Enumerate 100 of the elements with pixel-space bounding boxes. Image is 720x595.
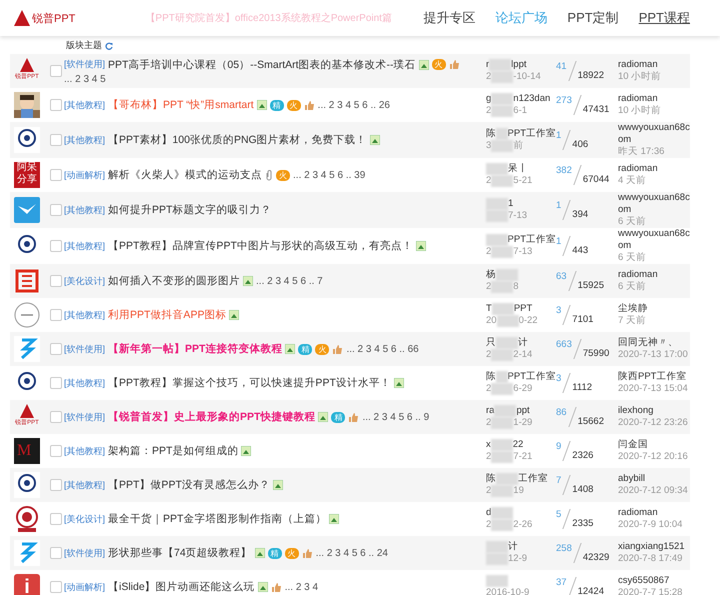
view-count: 394 — [572, 209, 588, 220]
thread-title[interactable]: PPT高手培训中心课程（05）--SmartArt图表的基本修改术--璞石 — [108, 58, 416, 72]
thread-title[interactable]: 【PPT】做PPT没有灵感怎么办？ — [108, 478, 270, 492]
section-title: 版块主题 — [66, 39, 102, 52]
checkbox[interactable] — [50, 204, 62, 216]
blurred-area — [491, 93, 514, 105]
reply-count: 7 — [556, 475, 562, 486]
nav-link[interactable]: PPT课程 — [638, 9, 690, 27]
thread-title[interactable]: 如何插入不变形的圆形图片 — [108, 274, 240, 288]
checkbox[interactable] — [50, 445, 62, 457]
page-links[interactable]: ... 2 3 4 5 — [64, 74, 106, 84]
last-poster[interactable]: xiangxiang1521 — [618, 541, 690, 553]
checkbox[interactable] — [50, 240, 62, 252]
last-poster[interactable]: 尘埃静 — [618, 303, 690, 315]
last-poster[interactable]: radioman — [618, 507, 690, 519]
last-poster[interactable]: 闫金国 — [618, 439, 690, 451]
category-link[interactable]: [其他教程] — [64, 478, 106, 492]
category-link[interactable]: [软件使用] — [64, 410, 106, 424]
checkbox[interactable] — [50, 343, 62, 355]
last-poster[interactable]: radioman — [618, 269, 690, 281]
category-link[interactable]: [其他教程] — [64, 444, 106, 458]
thread-title[interactable]: 【PPT教程】掌握这个技巧，可以快速提升PPT设计水平！ — [108, 376, 391, 390]
blurred-area — [494, 405, 516, 417]
stripe-logo-icon — [14, 336, 40, 362]
category-link[interactable]: [其他教程] — [64, 240, 106, 252]
last-poster[interactable]: 回同无神〃、 — [618, 337, 690, 349]
last-post-time: 2020-7-12 09:34 — [618, 485, 689, 497]
category-link[interactable]: [其他教程] — [64, 204, 106, 216]
category-link[interactable]: [美化设计] — [64, 274, 106, 288]
category-link[interactable]: [动画解析] — [64, 168, 106, 182]
last-post-time: 4 天前 — [618, 175, 647, 187]
reply-count: 1 — [556, 236, 562, 247]
thread-title[interactable]: 最全干货｜PPT金字塔图形制作指南（上篇） — [108, 512, 326, 526]
checkbox[interactable] — [50, 309, 62, 321]
last-poster[interactable]: wwwyouxuan68com — [618, 192, 690, 216]
last-poster[interactable]: radioman — [618, 59, 690, 71]
checkbox[interactable] — [50, 169, 62, 181]
post-date: 2 — [486, 485, 492, 497]
checkbox[interactable] — [50, 581, 62, 593]
checkbox[interactable] — [50, 65, 62, 77]
category-link[interactable]: [其他教程] — [64, 376, 106, 390]
page-links[interactable]: ... 2 3 4 5 6 .. 9 — [362, 412, 430, 422]
image-icon — [243, 276, 254, 286]
page-links[interactable]: ... 2 3 4 5 6 .. 66 — [346, 344, 419, 354]
thread-title[interactable]: 【锐普首发】史上最形象的PPT快捷键教程 — [108, 410, 316, 424]
page-links[interactable]: ... 2 3 4 5 6 .. 7 — [256, 276, 323, 286]
reply-count: 273 — [556, 95, 572, 106]
last-poster[interactable]: wwwyouxuan68com — [618, 122, 690, 146]
post-date: 5-21 — [513, 175, 532, 187]
nav-link[interactable]: PPT定制 — [567, 9, 619, 27]
post-date: 6-1 — [513, 105, 528, 117]
category-link[interactable]: [美化设计] — [64, 512, 106, 526]
reply-count: 663 — [556, 339, 572, 350]
last-poster[interactable]: abybill — [618, 473, 690, 485]
view-count: 15925 — [578, 280, 604, 291]
thread-title[interactable]: 【PPT素材】100张优质的PNG图片素材，免费下载！ — [108, 133, 367, 147]
page-links[interactable]: ... 2 3 4 5 6 .. 39 — [293, 170, 366, 180]
checkbox[interactable] — [50, 275, 62, 287]
thread-title[interactable]: 【哥布林】PPT “快”用smartart — [108, 98, 254, 112]
last-post-time: 6 天前 — [618, 281, 647, 293]
last-poster[interactable]: ilexhong — [618, 405, 690, 417]
image-icon — [416, 241, 426, 251]
checkbox[interactable] — [50, 479, 62, 491]
thumbs-up-icon — [270, 582, 282, 592]
reply-count: 258 — [556, 543, 572, 554]
thread-title[interactable]: 【新年第一帖】PPT连接符变体教程 — [108, 342, 282, 356]
thread-title[interactable]: 架构篇：PPT是如何组成的 — [108, 444, 238, 458]
checkbox[interactable] — [50, 134, 62, 146]
checkbox[interactable] — [50, 513, 62, 525]
last-poster[interactable]: wwwyouxuan68com — [618, 228, 690, 252]
thread-title[interactable]: 【iSlide】图片动画还能这么玩 — [108, 580, 255, 594]
page-links[interactable]: ... 2 3 4 — [284, 582, 318, 592]
last-poster[interactable]: radioman — [618, 93, 690, 105]
checkbox[interactable] — [50, 547, 62, 559]
last-poster[interactable]: csy6550867 — [618, 575, 690, 587]
checkbox[interactable] — [50, 377, 62, 389]
thread-title[interactable]: 形状那些事【74页超级教程】 — [108, 546, 252, 560]
checkbox[interactable] — [50, 99, 62, 111]
thread-title[interactable]: 【PPT教程】品牌宣传PPT中图片与形状的高级互动，有亮点！ — [108, 239, 413, 253]
page-links[interactable]: ... 2 3 4 5 6 .. 24 — [316, 548, 388, 558]
category-link[interactable]: [软件使用] — [64, 546, 106, 560]
thread-title[interactable]: 解析《火柴人》模式的运动支点 — [108, 168, 262, 182]
checkbox[interactable] — [50, 411, 62, 423]
page-links[interactable]: ... 2 3 4 5 6 .. 26 — [318, 100, 390, 110]
post-date: 19 — [513, 485, 524, 497]
post-date: 8 — [513, 281, 519, 293]
author-name: PPT工作室 — [508, 371, 556, 383]
blurred-area — [486, 541, 508, 553]
category-link[interactable]: [软件使用] — [64, 342, 106, 356]
thread-title[interactable]: 如何提升PPT标题文字的吸引力？ — [108, 203, 272, 217]
category-link[interactable]: [软件使用] — [64, 58, 106, 71]
nav-link[interactable]: 提升专区 — [423, 9, 476, 27]
last-poster[interactable]: 陕西PPT工作室 — [618, 371, 690, 383]
category-link[interactable]: [动画解析] — [64, 580, 106, 594]
thread-title[interactable]: 利用PPT做抖音APP图标 — [108, 308, 226, 322]
last-poster[interactable]: radioman — [618, 163, 690, 175]
category-link[interactable]: [其他教程] — [64, 134, 106, 146]
category-link[interactable]: [其他教程] — [64, 98, 106, 112]
refresh-icon[interactable] — [105, 42, 113, 50]
category-link[interactable]: [其他教程] — [64, 308, 106, 322]
